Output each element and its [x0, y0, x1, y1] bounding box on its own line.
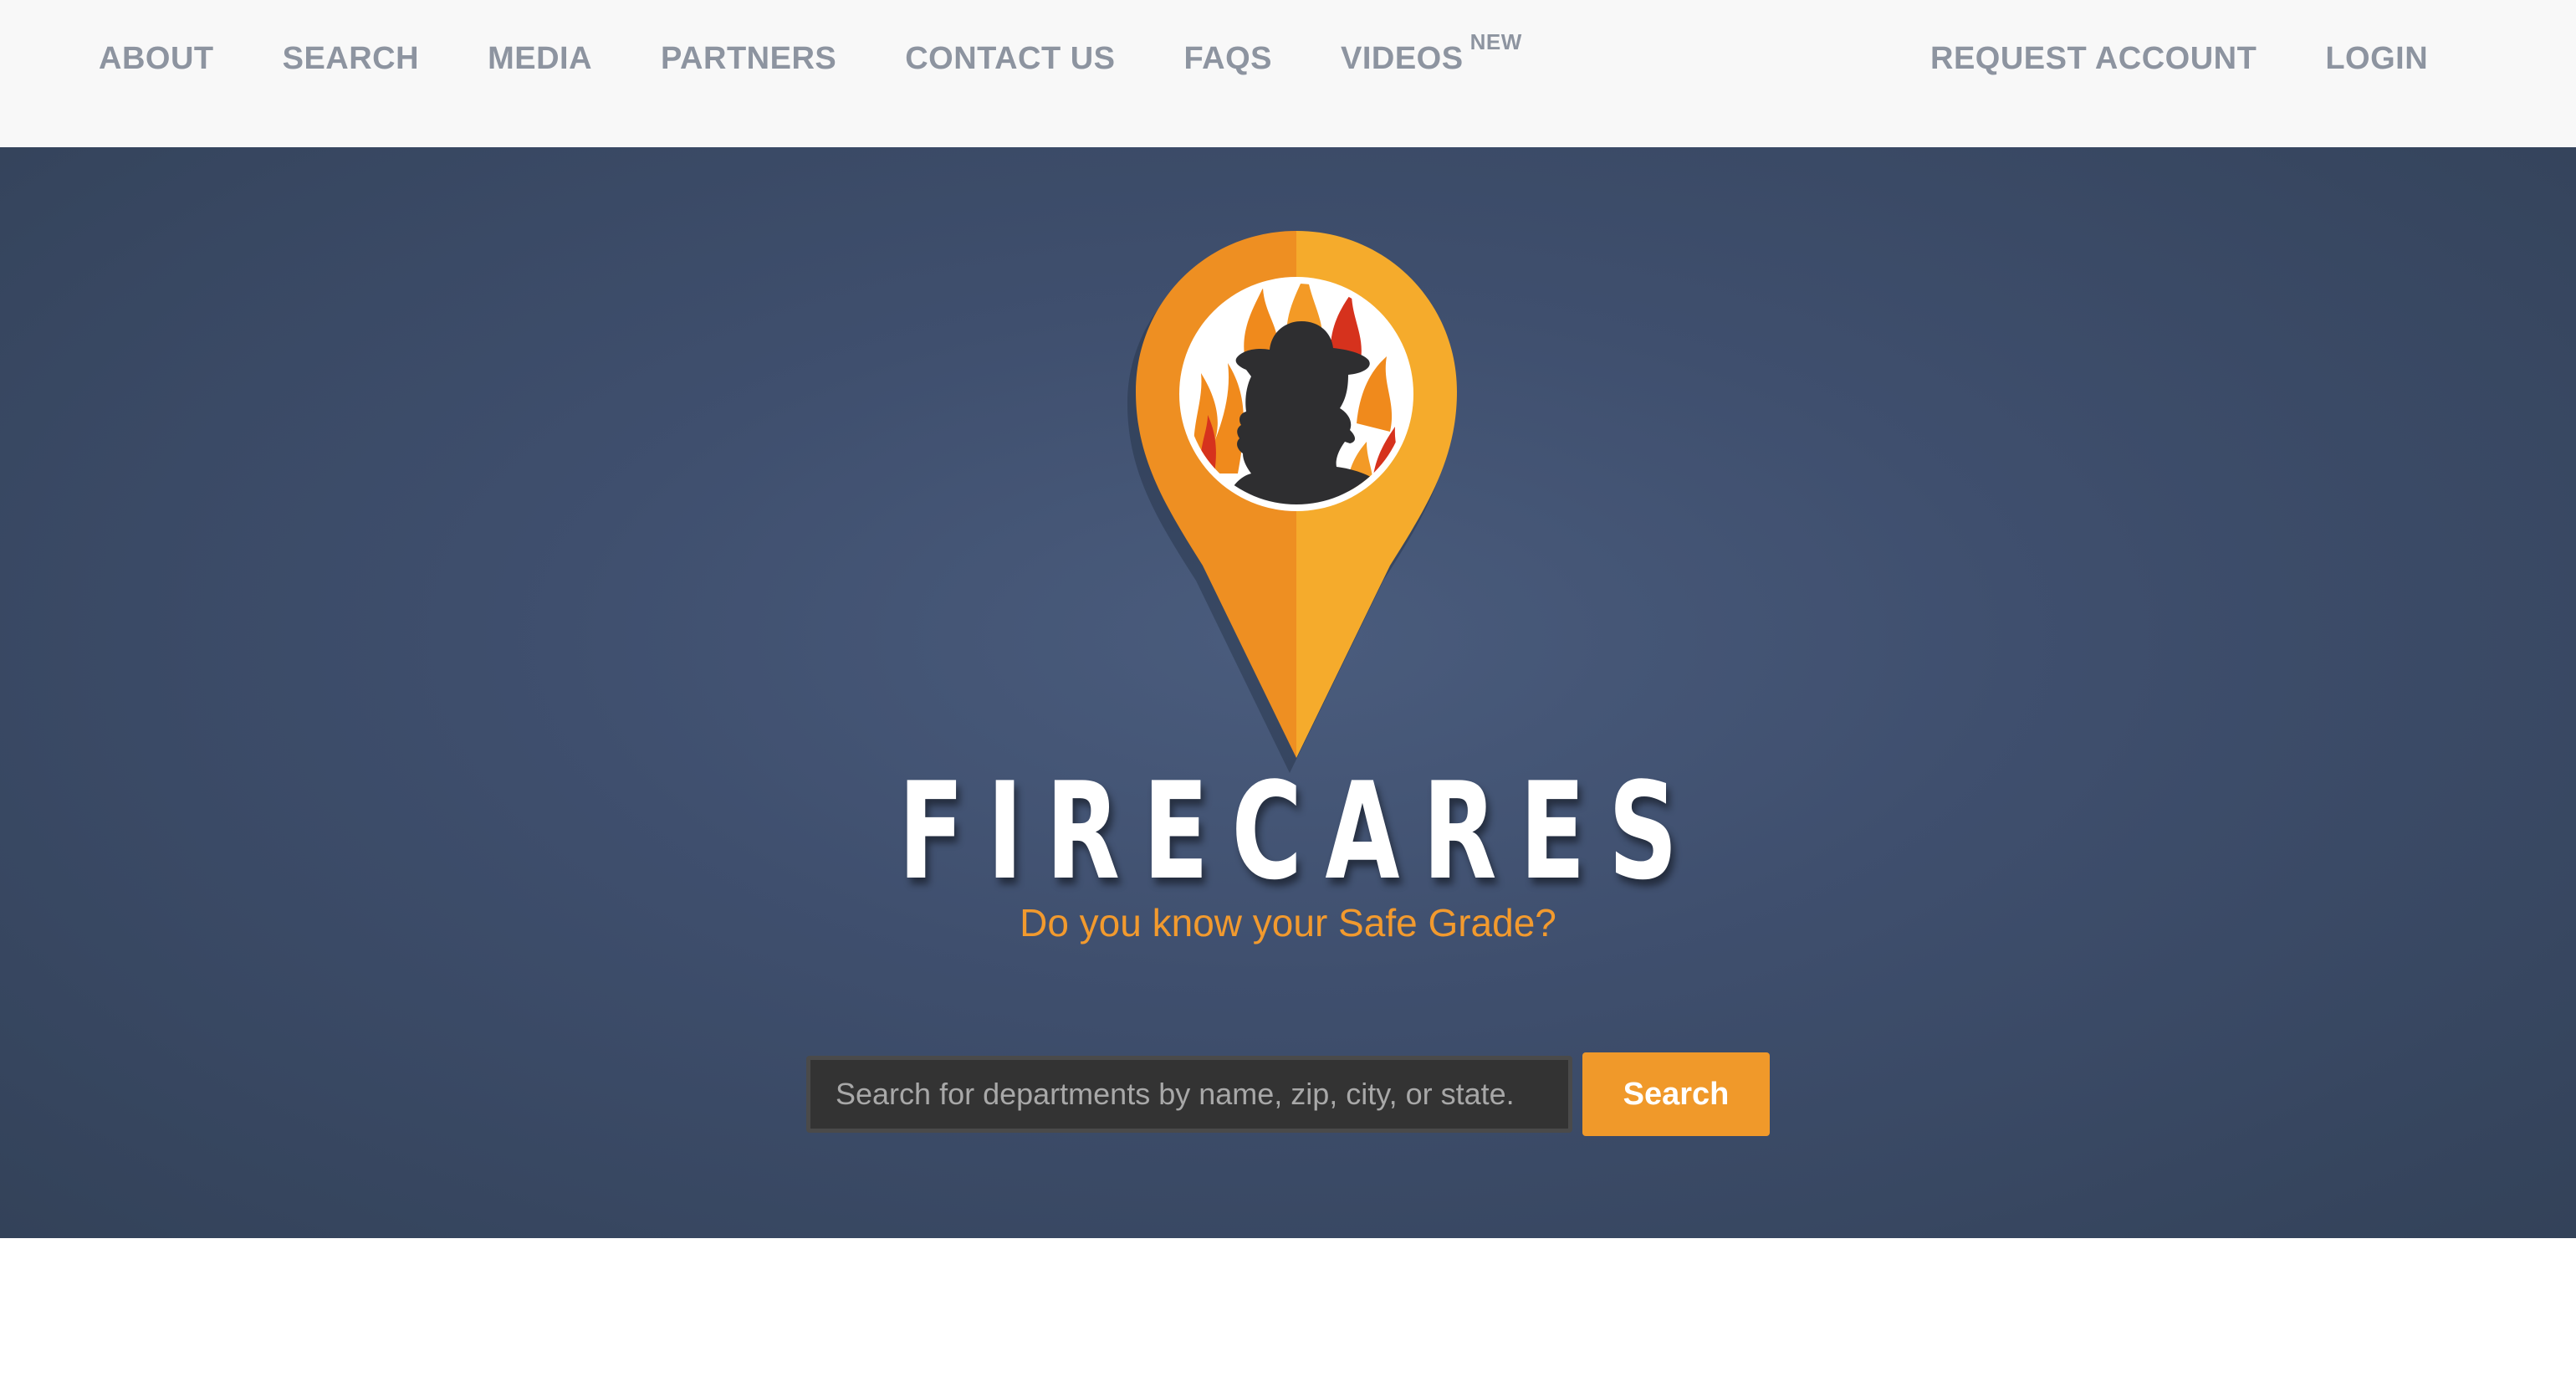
department-search-input[interactable]	[806, 1056, 1572, 1133]
nav-link-faqs-label: FAQS	[1183, 40, 1272, 76]
search-button[interactable]: Search	[1582, 1052, 1770, 1136]
request-account-label: REQUEST ACCOUNT	[1930, 40, 2257, 76]
primary-nav: ABOUT SEARCH MEDIA PARTNERS CONTACT US F…	[99, 0, 1591, 117]
top-navigation: ABOUT SEARCH MEDIA PARTNERS CONTACT US F…	[0, 0, 2576, 148]
nav-link-search[interactable]: SEARCH	[283, 41, 419, 77]
nav-link-media[interactable]: MEDIA	[488, 41, 592, 77]
nav-link-videos-label: VIDEOS	[1340, 40, 1464, 76]
brand-wordmark: FIRECARES	[898, 753, 1701, 909]
nav-link-search-label: SEARCH	[282, 40, 420, 76]
nav-link-about-label: ABOUT	[99, 40, 214, 76]
request-account-link[interactable]: REQUEST ACCOUNT	[1930, 41, 2257, 77]
nav-link-media-label: MEDIA	[488, 40, 593, 76]
map-pin-firefighter-flame-icon	[1127, 231, 1457, 773]
tagline: Do you know your Safe Grade?	[1020, 901, 1556, 944]
nav-link-about[interactable]: ABOUT	[99, 41, 214, 77]
login-label: LOGIN	[2325, 40, 2429, 76]
nav-link-partners[interactable]: PARTNERS	[661, 41, 836, 77]
nav-link-partners-label: PARTNERS	[661, 40, 837, 76]
nav-link-videos[interactable]: VIDEOS NEW	[1340, 29, 1522, 77]
department-search-form: Search	[806, 1051, 1770, 1138]
login-link[interactable]: LOGIN	[2325, 41, 2428, 77]
nav-link-faqs[interactable]: FAQS	[1184, 41, 1272, 77]
page-body	[0, 1238, 2576, 1377]
hero-banner: FIRECARES Do you know your Safe Grade? S…	[0, 147, 2576, 1238]
new-badge: NEW	[1469, 28, 1522, 54]
nav-link-contact-us-label: CONTACT US	[905, 40, 1116, 76]
nav-link-contact-us[interactable]: CONTACT US	[905, 41, 1115, 77]
account-nav: REQUEST ACCOUNT LOGIN	[1930, 0, 2497, 117]
